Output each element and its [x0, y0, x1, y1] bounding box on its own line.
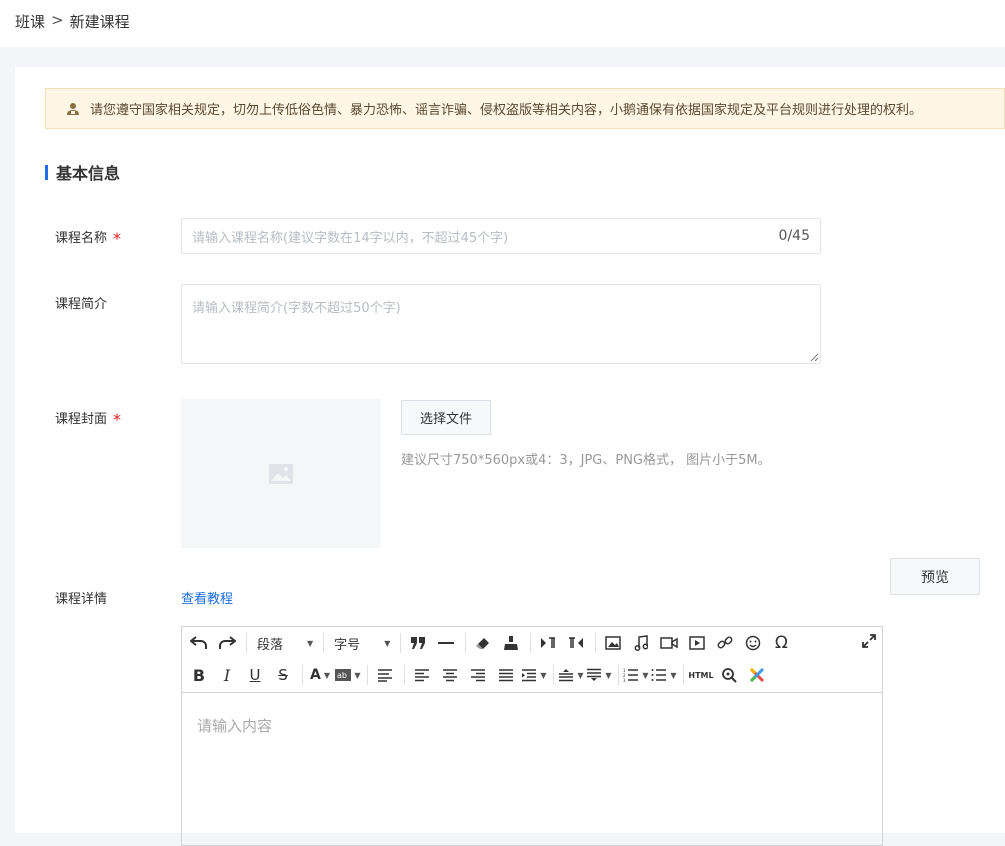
eraser-icon[interactable]: [470, 630, 496, 656]
user-icon: [67, 102, 79, 115]
emoji-icon[interactable]: [740, 630, 766, 656]
insert-image-icon[interactable]: [600, 630, 626, 656]
paragraph-spacing-before-icon[interactable]: ▼: [558, 662, 584, 688]
font-color-icon[interactable]: A ▼: [307, 662, 333, 688]
link-icon[interactable]: [712, 630, 738, 656]
chevron-down-icon: ▼: [605, 670, 612, 680]
breadcrumb-current: 新建课程: [69, 13, 130, 31]
section-title: 基本信息: [45, 163, 121, 183]
required-mark: *: [113, 410, 122, 429]
course-intro-label: 课程简介: [55, 297, 108, 312]
blockquote-icon[interactable]: [405, 630, 431, 656]
align-left-icon[interactable]: [409, 662, 435, 688]
fullscreen-icon[interactable]: [862, 633, 876, 652]
svg-text:3: 3: [623, 678, 626, 682]
redo-icon[interactable]: [214, 630, 240, 656]
notice-banner: 请您遵守国家相关规定，切勿上传低俗色情、暴力恐怖、谣言诈骗、侵权盗版等相关内容，…: [45, 88, 1005, 129]
section-accent-bar: [45, 164, 48, 180]
choose-file-button[interactable]: 选择文件: [401, 400, 491, 435]
course-detail-label: 课程详情: [55, 592, 108, 607]
video-icon[interactable]: [656, 630, 682, 656]
course-intro-placeholder: 请输入课程简介(字数不超过50个字): [192, 301, 401, 316]
editor-content-area[interactable]: 请输入内容: [182, 693, 882, 758]
align-center-icon[interactable]: [437, 662, 463, 688]
toolbar-divider: [404, 665, 405, 685]
toolbar-divider: [683, 665, 684, 685]
svg-text:ab: ab: [337, 671, 347, 680]
editor-toolbar: 段落 ▼ 字号 ▼ Ω B I U S A ▼ ab ▼ ▼ ▼ ▼ 1 2 3…: [182, 627, 882, 693]
undo-icon[interactable]: [186, 630, 212, 656]
course-name-placeholder: 请输入课程名称(建议字数在14字以内，不超过45个字): [192, 230, 509, 246]
toolbar-divider: [302, 665, 303, 685]
toolbar-divider: [618, 665, 619, 685]
chevron-down-icon: ▼: [540, 670, 547, 680]
view-tutorial-link[interactable]: 查看教程: [181, 588, 233, 607]
breadcrumb: 班课 > 新建课程: [15, 11, 130, 32]
toolbar-row-1: 段落 ▼ 字号 ▼ Ω: [182, 628, 796, 658]
align-justify-icon[interactable]: [493, 662, 519, 688]
chevron-down-icon: ▼: [323, 670, 330, 680]
toolbar-divider: [553, 665, 554, 685]
resize-handle-icon[interactable]: [810, 353, 819, 362]
chevron-down-icon: ▼: [354, 670, 361, 680]
course-name-label: 课程名称 *: [55, 229, 122, 248]
notice-text: 请您遵守国家相关规定，切勿上传低俗色情、暴力恐怖、谣言诈骗、侵权盗版等相关内容，…: [90, 103, 923, 118]
toolbar-divider: [595, 633, 597, 653]
chevron-down-icon: ▼: [577, 670, 584, 680]
background-color-icon[interactable]: ab ▼: [335, 662, 361, 688]
char-counter: 0/45: [778, 228, 810, 244]
ltr-direction-icon[interactable]: [535, 630, 561, 656]
indent-icon[interactable]: ▼: [521, 662, 547, 688]
chevron-down-icon: ▼: [642, 670, 649, 680]
music-icon[interactable]: [628, 630, 654, 656]
editor-placeholder: 请输入内容: [197, 717, 273, 735]
plugin-icon[interactable]: [744, 662, 770, 688]
image-icon: [269, 463, 293, 484]
form-card: 请您遵守国家相关规定，切勿上传低俗色情、暴力恐怖、谣言诈骗、侵权盗版等相关内容，…: [15, 67, 1005, 846]
underline-icon[interactable]: U: [242, 662, 268, 688]
course-intro-textarea[interactable]: 请输入课程简介(字数不超过50个字): [181, 284, 821, 364]
toolbar-divider: [465, 633, 467, 653]
chevron-down-icon: ▼: [384, 638, 391, 648]
chevron-down-icon: ▼: [670, 670, 677, 680]
course-name-input[interactable]: 请输入课程名称(建议字数在14字以内，不超过45个字) 0/45: [181, 218, 821, 254]
breadcrumb-separator: >: [51, 11, 64, 29]
toolbar-divider: [246, 633, 247, 653]
toolbar-divider: [530, 633, 532, 653]
ordered-list-icon[interactable]: 1 2 3 ▼: [623, 662, 649, 688]
horizontal-rule-icon[interactable]: [433, 630, 459, 656]
required-mark: *: [113, 229, 122, 248]
rich-text-editor: 段落 ▼ 字号 ▼ Ω B I U S A ▼ ab ▼ ▼ ▼ ▼ 1 2 3…: [181, 626, 883, 846]
toolbar-divider: [400, 633, 402, 653]
bold-icon[interactable]: B: [186, 662, 212, 688]
search-replace-icon[interactable]: [716, 662, 742, 688]
align-right-icon[interactable]: [465, 662, 491, 688]
breadcrumb-parent[interactable]: 班课: [15, 11, 45, 32]
italic-icon[interactable]: I: [214, 662, 240, 688]
media-icon[interactable]: [684, 630, 710, 656]
top-bar: 班课 > 新建课程: [0, 0, 1005, 47]
chevron-down-icon: ▼: [307, 638, 314, 648]
toolbar-divider: [367, 665, 368, 685]
paragraph-spacing-after-icon[interactable]: ▼: [586, 662, 612, 688]
font-size-dropdown[interactable]: 字号 ▼: [328, 631, 396, 655]
section-title-text: 基本信息: [56, 164, 121, 183]
toolbar-divider: [323, 633, 325, 653]
html-source-button[interactable]: HTML: [688, 662, 714, 688]
course-cover-label: 课程封面 *: [55, 410, 122, 429]
preview-button[interactable]: 预览: [890, 558, 980, 595]
rtl-direction-icon[interactable]: [563, 630, 589, 656]
cover-image-placeholder[interactable]: [181, 399, 381, 548]
special-char-icon[interactable]: Ω: [768, 630, 794, 656]
paragraph-dropdown[interactable]: 段落 ▼: [251, 631, 319, 655]
toolbar-row-2: B I U S A ▼ ab ▼ ▼ ▼ ▼ 1 2 3 ▼ ▼ HTML: [182, 660, 772, 690]
strikethrough-icon[interactable]: S: [270, 662, 296, 688]
unordered-list-icon[interactable]: ▼: [651, 662, 677, 688]
format-brush-icon[interactable]: [498, 630, 524, 656]
line-height-icon[interactable]: [372, 662, 398, 688]
cover-hint: 建议尺寸750*560px或4：3，JPG、PNG格式， 图片小于5M。: [401, 453, 771, 468]
